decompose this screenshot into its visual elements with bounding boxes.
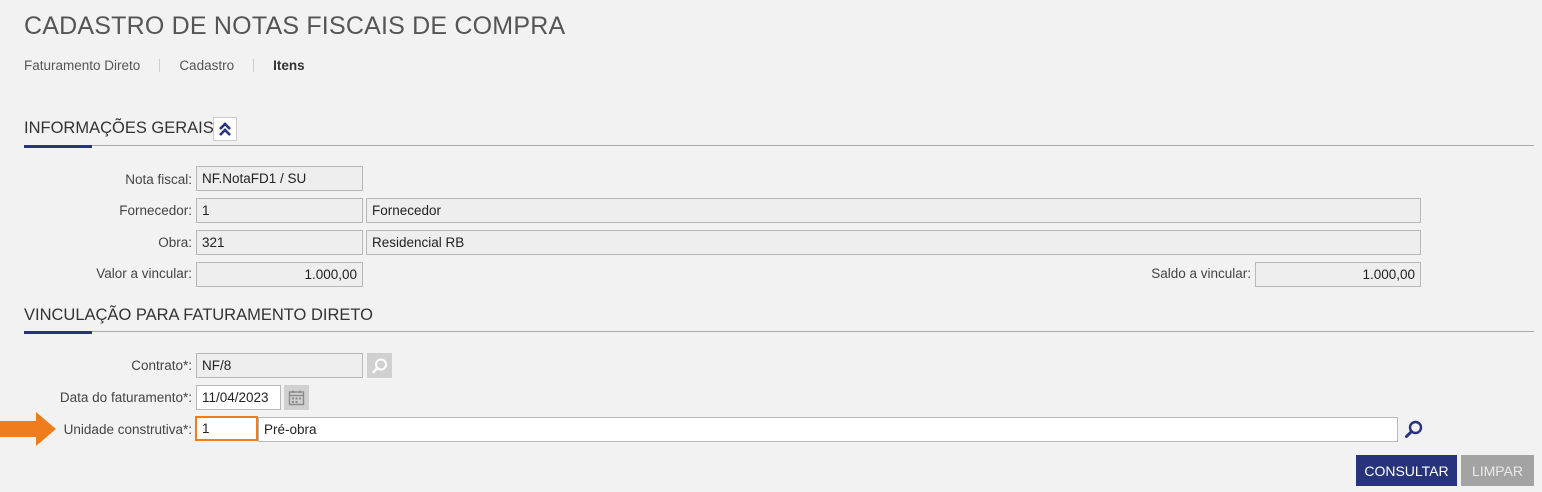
fornecedor-code-field: 1: [196, 198, 363, 223]
section-divider: [24, 145, 1534, 146]
fornecedor-name-field: Fornecedor: [366, 198, 1421, 223]
section-divider-accent: [24, 331, 92, 334]
valor-a-vincular-field: 1.000,00: [196, 262, 363, 287]
section-title-vinculacao: VINCULAÇÃO PARA FATURAMENTO DIRETO: [24, 306, 374, 324]
saldo-a-vincular-field: 1.000,00: [1255, 262, 1421, 287]
fornecedor-label: Fornecedor:: [119, 203, 192, 218]
obra-code-field: 321: [196, 230, 363, 255]
nota-fiscal-field: NF.NotaFD1 / SU: [196, 166, 363, 191]
collapse-section-button[interactable]: [213, 117, 237, 141]
saldo-a-vincular-label: Saldo a vincular:: [1151, 266, 1251, 281]
obra-label: Obra:: [158, 235, 192, 250]
data-faturamento-input[interactable]: 11/04/2023: [196, 385, 281, 410]
breadcrumb-item-faturamento-direto[interactable]: Faturamento Direto: [24, 58, 140, 73]
calendar-button[interactable]: [284, 385, 309, 410]
limpar-button[interactable]: LIMPAR: [1461, 455, 1534, 486]
section-divider: [24, 331, 1534, 332]
search-icon: [371, 358, 387, 373]
obra-name-field: Residencial RB: [366, 230, 1421, 255]
contrato-label: Contrato*:: [131, 358, 192, 373]
calendar-icon: [288, 390, 305, 406]
consultar-button[interactable]: CONSULTAR: [1356, 455, 1457, 486]
breadcrumb-separator: [253, 59, 255, 72]
unidade-search-button[interactable]: [1401, 416, 1426, 441]
unidade-construtiva-code-input[interactable]: 1: [195, 416, 258, 441]
nota-fiscal-label: Nota fiscal:: [125, 172, 192, 187]
double-chevron-up-icon: [219, 122, 231, 136]
unidade-construtiva-label: Unidade construtiva*:: [63, 422, 192, 437]
contrato-field: NF/8: [196, 353, 363, 378]
valor-a-vincular-label: Valor a vincular:: [96, 266, 192, 281]
breadcrumb-separator: [159, 59, 161, 72]
section-title-informacoes-gerais: INFORMAÇÕES GERAIS: [24, 119, 214, 137]
breadcrumb-item-itens: Itens: [273, 58, 305, 73]
data-faturamento-label: Data do faturamento*:: [59, 390, 192, 405]
breadcrumb: Faturamento Direto Cadastro Itens: [24, 58, 305, 73]
search-icon: [1404, 420, 1422, 438]
unidade-construtiva-name-field[interactable]: Pré-obra: [258, 417, 1398, 442]
page-title: CADASTRO DE NOTAS FISCAIS DE COMPRA: [24, 12, 566, 40]
contrato-search-button[interactable]: [367, 353, 392, 378]
section-divider-accent: [24, 145, 92, 148]
breadcrumb-item-cadastro[interactable]: Cadastro: [179, 58, 234, 73]
